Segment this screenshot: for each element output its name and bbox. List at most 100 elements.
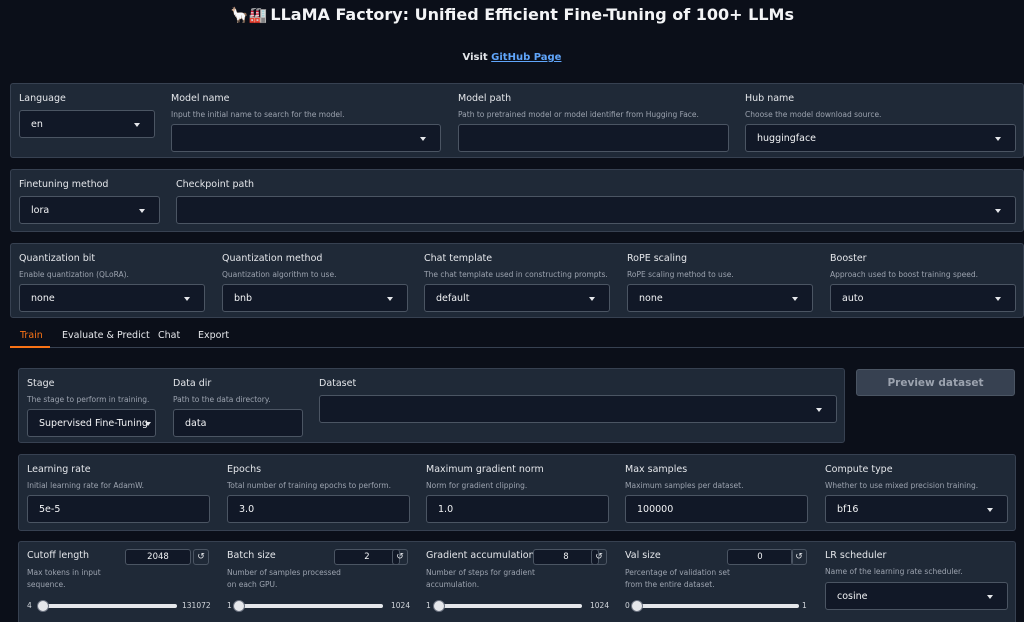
val-size-number[interactable]: 0: [727, 549, 793, 565]
max-grad-norm-value: 1.0: [438, 504, 454, 515]
data-dir-value: data: [185, 418, 207, 429]
tab-chat[interactable]: Chat: [158, 330, 180, 341]
batch-size-info-line-1: Number of samples processed: [227, 568, 341, 577]
quantization-bit-field: Quantization bit Enable quantization (QL…: [19, 253, 129, 280]
epochs-value: 3.0: [239, 504, 255, 515]
hub-name-dropdown[interactable]: huggingface: [745, 124, 1016, 152]
learning-rate-value: 5e-5: [39, 504, 61, 515]
cutoff-length-info-line-1: Max tokens in input: [27, 568, 101, 577]
val-size-field: Val size Percentage of validation set fr…: [625, 550, 730, 591]
llama-factory-icon: 🦙🏭: [230, 6, 268, 24]
max-grad-norm-input[interactable]: 1.0: [426, 495, 609, 523]
dataset-dropdown[interactable]: [319, 395, 837, 423]
batch-size-slider-track[interactable]: [237, 604, 383, 608]
visit-line: Visit GitHub Page: [0, 52, 1024, 63]
model-path-info: Path to pretrained model or model identi…: [458, 110, 699, 119]
gradient-accumulation-max: 1024: [590, 601, 610, 610]
max-samples-input[interactable]: 100000: [625, 495, 808, 523]
epochs-input[interactable]: 3.0: [227, 495, 410, 523]
data-dir-info: Path to the data directory.: [173, 395, 271, 404]
lr-scheduler-dropdown[interactable]: cosine: [825, 582, 1008, 610]
chat-template-value: default: [436, 293, 470, 304]
chevron-down-icon: [816, 408, 822, 412]
compute-type-info: Whether to use mixed precision training.: [825, 481, 979, 490]
tab-export[interactable]: Export: [198, 330, 229, 341]
gradient-accumulation-number[interactable]: 8: [533, 549, 599, 565]
cutoff-length-slider-track[interactable]: [39, 604, 177, 608]
quantization-method-info: Quantization algorithm to use.: [222, 270, 337, 279]
preview-dataset-button[interactable]: Preview dataset: [856, 369, 1015, 396]
val-size-info-line-1: Percentage of validation set: [625, 568, 730, 577]
chat-template-dropdown[interactable]: default: [424, 284, 610, 312]
cutoff-length-reset-icon[interactable]: ↺: [193, 549, 209, 565]
quantization-bit-dropdown[interactable]: none: [19, 284, 205, 312]
compute-type-field: Compute type Whether to use mixed precis…: [825, 464, 978, 491]
gradient-accumulation-field: Gradient accumulation Number of steps fo…: [426, 550, 535, 591]
lr-scheduler-label: LR scheduler: [825, 550, 887, 561]
learning-rate-input[interactable]: 5e-5: [27, 495, 210, 523]
chevron-down-icon: [995, 137, 1001, 141]
chevron-down-icon: [792, 297, 798, 301]
rope-scaling-label: RoPE scaling: [627, 253, 688, 264]
learning-rate-info: Initial learning rate for AdamW.: [27, 481, 145, 490]
data-dir-field: Data dir Path to the data directory.: [173, 378, 271, 405]
max-samples-value: 100000: [637, 504, 674, 515]
hub-name-info: Choose the model download source.: [745, 110, 882, 119]
epochs-info: Total number of training epochs to perfo…: [227, 481, 391, 490]
chevron-down-icon: [995, 209, 1001, 213]
finetuning-method-dropdown[interactable]: lora: [19, 196, 160, 224]
stage-field: Stage The stage to perform in training.: [27, 378, 149, 405]
gradient-accumulation-info-line-1: Number of steps for gradient: [426, 568, 535, 577]
quantization-method-field: Quantization method Quantization algorit…: [222, 253, 336, 280]
checkpoint-path-dropdown[interactable]: [176, 196, 1016, 224]
booster-dropdown[interactable]: auto: [830, 284, 1016, 312]
val-size-info-line-2: from the entire dataset.: [625, 580, 715, 589]
val-size-slider-track[interactable]: [635, 604, 799, 608]
quantization-bit-info: Enable quantization (QLoRA).: [19, 270, 129, 279]
main-tabs: Train Evaluate & Predict Chat Export: [10, 326, 1024, 348]
max-samples-label: Max samples: [625, 464, 688, 475]
cutoff-length-min: 4: [27, 601, 32, 610]
model-path-input[interactable]: [458, 124, 729, 152]
cutoff-length-number[interactable]: 2048: [125, 549, 191, 565]
language-dropdown[interactable]: en: [19, 110, 155, 138]
gradient-accumulation-min: 1: [426, 601, 431, 610]
val-size-min: 0: [625, 601, 630, 610]
stage-value: Supervised Fine-Tuning: [39, 418, 148, 429]
val-size-reset-icon[interactable]: ↺: [791, 549, 807, 565]
rope-scaling-value: none: [639, 293, 663, 304]
gradient-accumulation-reset-icon[interactable]: ↺: [591, 549, 607, 565]
batch-size-min: 1: [227, 601, 232, 610]
compute-type-dropdown[interactable]: bf16: [825, 495, 1008, 523]
model-name-info: Input the initial name to search for the…: [171, 110, 345, 119]
model-name-label: Model name: [171, 93, 230, 104]
stage-dropdown[interactable]: Supervised Fine-Tuning: [27, 409, 156, 437]
chevron-down-icon: [134, 123, 140, 127]
chevron-down-icon: [995, 297, 1001, 301]
tab-evaluate-predict[interactable]: Evaluate & Predict: [62, 330, 150, 341]
batch-size-reset-icon[interactable]: ↺: [392, 549, 408, 565]
cutoff-length-max: 131072: [182, 601, 211, 610]
chat-template-label: Chat template: [424, 253, 493, 264]
batch-size-number[interactable]: 2: [334, 549, 400, 565]
quantization-method-label: Quantization method: [222, 253, 323, 264]
page-title-text: LLaMA Factory: Unified Efficient Fine-Tu…: [270, 5, 794, 24]
quantization-method-dropdown[interactable]: bnb: [222, 284, 408, 312]
model-name-field: Model name Input the initial name to sea…: [171, 93, 345, 120]
gradient-accumulation-slider-track[interactable]: [436, 604, 582, 608]
model-name-dropdown[interactable]: [171, 124, 441, 152]
data-dir-input[interactable]: data: [173, 409, 303, 437]
batch-size-slider-handle[interactable]: [233, 600, 246, 612]
rope-scaling-field: RoPE scaling RoPE scaling method to use.: [627, 253, 734, 280]
cutoff-length-slider-handle[interactable]: [37, 600, 50, 612]
github-link[interactable]: GitHub Page: [491, 52, 561, 63]
stage-info: The stage to perform in training.: [27, 395, 150, 404]
dataset-field: Dataset: [319, 378, 356, 389]
chevron-down-icon: [184, 297, 190, 301]
rope-scaling-dropdown[interactable]: none: [627, 284, 813, 312]
val-size-slider-handle[interactable]: [631, 600, 643, 612]
val-size-info: Percentage of validation set from the en…: [625, 567, 730, 591]
tab-train[interactable]: Train: [20, 330, 43, 341]
val-size-label: Val size: [625, 550, 661, 561]
gradient-accumulation-slider-handle[interactable]: [433, 600, 446, 612]
